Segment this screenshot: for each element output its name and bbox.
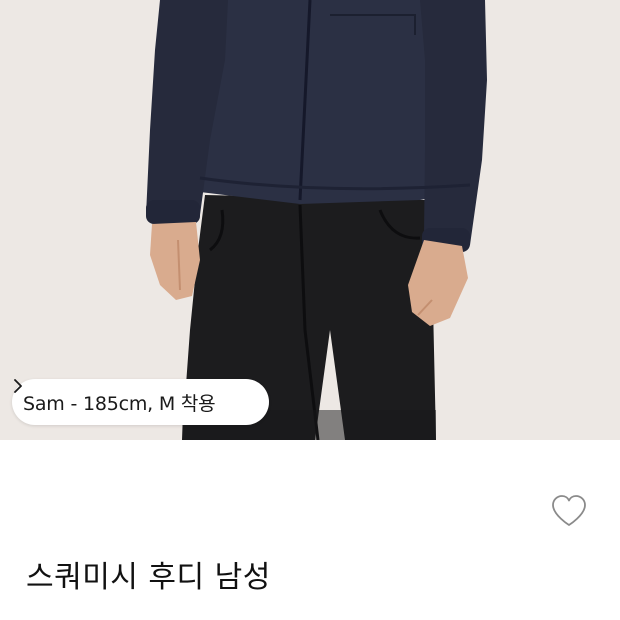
product-title: 스쿼미시 후디 남성 — [26, 560, 271, 595]
wishlist-heart-icon[interactable] — [550, 494, 588, 528]
model-size-info-button[interactable]: Sam - 185cm, M 착용 — [12, 379, 270, 425]
product-photo — [0, 0, 620, 440]
product-image[interactable]: Sam - 185cm, M 착용 — [0, 0, 620, 440]
model-size-info-label: Sam - 185cm, M 착용 — [23, 392, 216, 415]
chevron-right-icon — [14, 379, 249, 409]
